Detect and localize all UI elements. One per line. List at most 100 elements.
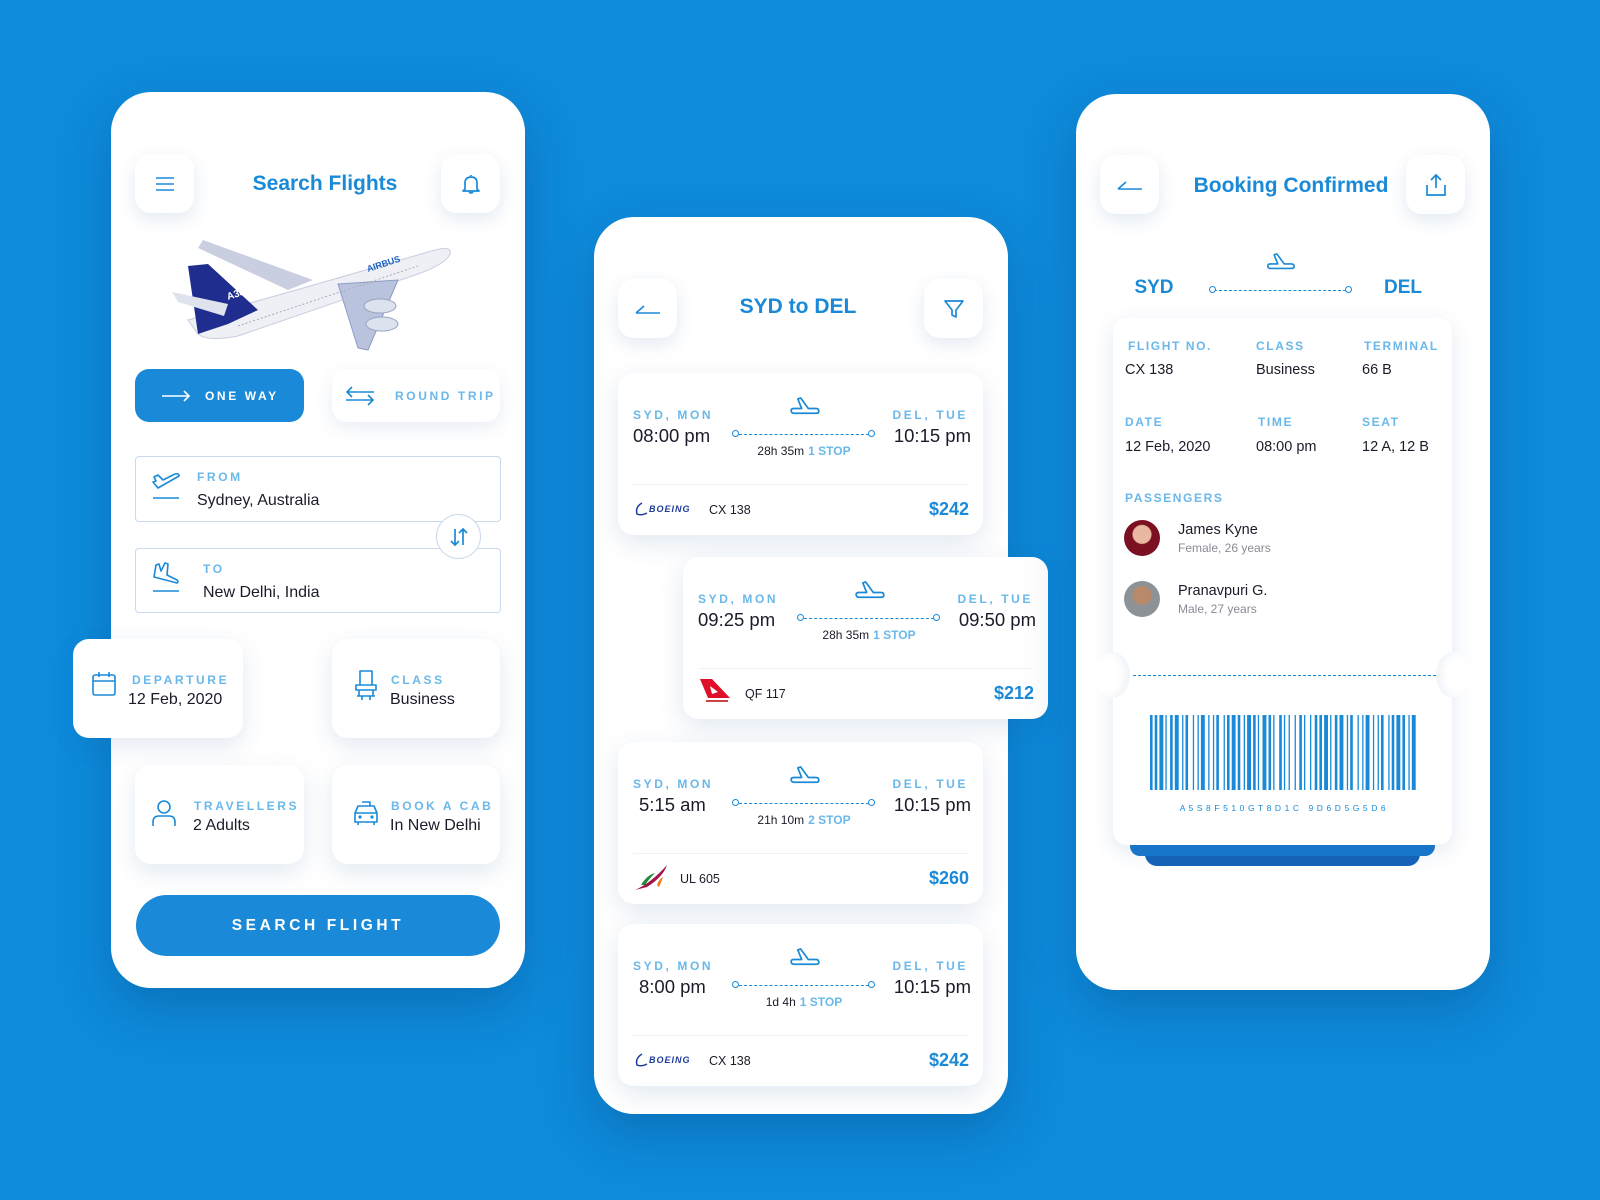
- route-line: [739, 985, 869, 986]
- duration: 1d 4h 1 STOP: [766, 995, 843, 1009]
- departure-label: DEPARTURE: [132, 673, 230, 687]
- barcode-bar: [1350, 715, 1353, 790]
- field-value: 66 B: [1362, 362, 1392, 378]
- barcode-bar: [1192, 715, 1195, 790]
- duration-text: 1d 4h: [765, 995, 796, 1009]
- route-line: [739, 434, 869, 435]
- flight-result-card[interactable]: SYD, MON 8:00 pm 1d 4h 1 STOP DEL, TUE 10…: [618, 924, 983, 1086]
- barcode-bar: [1319, 715, 1322, 790]
- barcode-bar: [1310, 715, 1312, 790]
- price: $212: [993, 683, 1034, 703]
- barcode-bar: [1212, 715, 1215, 790]
- route-start-dot: [732, 799, 739, 806]
- from-value: Sydney, Australia: [197, 492, 320, 509]
- svg-text:BOEING: BOEING: [649, 1055, 691, 1065]
- departure-time: 08:00 pm: [633, 425, 711, 446]
- airplane-image: A380 AIRBUS: [172, 240, 451, 351]
- passenger-detail: Male, 27 years: [1178, 602, 1257, 616]
- booking-title: Booking Confirmed: [1193, 174, 1389, 197]
- barcode-bar: [1150, 715, 1153, 790]
- divider: [633, 853, 968, 854]
- back-button[interactable]: [618, 279, 677, 338]
- destination-label: DEL, TUE: [892, 408, 968, 422]
- airline-logo: BOEING: [633, 1052, 703, 1073]
- back-arrow-icon: [634, 304, 660, 314]
- route-end-dot: [868, 799, 875, 806]
- flight-result-card[interactable]: SYD, MON 09:25 pm 28h 35m 1 STOP DEL, TUE…: [683, 557, 1048, 719]
- barcode-bar: [1324, 715, 1328, 790]
- class-selector[interactable]: CLASS Business: [332, 639, 500, 738]
- barcode-bar: [1283, 715, 1286, 790]
- boeing-logo: BOEING: [635, 1053, 691, 1067]
- flight-result-card[interactable]: SYD, MON 5:15 am 21h 10m 2 STOP DEL, TUE …: [618, 742, 983, 904]
- duration: 28h 35m 1 STOP: [822, 628, 915, 642]
- search-flight-label: SEARCH FLIGHT: [231, 916, 405, 934]
- flight-number: CX 138: [709, 503, 751, 517]
- travellers-label: TRAVELLERS: [194, 799, 300, 813]
- route-end-dot: [1345, 286, 1352, 293]
- boeing-logo: BOEING: [635, 502, 691, 516]
- airplane-icon: [789, 948, 820, 969]
- barcode-bar: [1159, 715, 1164, 790]
- route-line: [1214, 290, 1346, 291]
- price: $260: [928, 868, 969, 888]
- search-flight-button[interactable]: SEARCH FLIGHT: [136, 895, 500, 956]
- barcode-bar: [1216, 715, 1219, 790]
- ticket-notch-left: [1096, 652, 1130, 698]
- stops-text: 1 STOP: [799, 995, 843, 1009]
- route-line: [739, 803, 869, 804]
- swap-vertical-icon: [449, 527, 468, 546]
- route-end-dot: [868, 981, 875, 988]
- flight-number: UL 605: [680, 872, 720, 886]
- class-label: CLASS: [391, 673, 445, 687]
- divider: [633, 484, 968, 485]
- barcode-bar: [1170, 715, 1173, 790]
- round-trip-button[interactable]: ROUND TRIP: [332, 369, 500, 422]
- flight-result-card[interactable]: SYD, MON 08:00 pm 28h 35m 1 STOP DEL, TUE…: [618, 373, 983, 535]
- barcode-bar: [1200, 715, 1205, 790]
- to-field[interactable]: TO New Delhi, India: [135, 548, 501, 613]
- flight-number: CX 138: [709, 1054, 751, 1068]
- airplane-icon: [789, 397, 820, 418]
- duration-text: 28h 35m: [757, 444, 805, 458]
- from-field[interactable]: FROM Sydney, Australia: [135, 456, 501, 522]
- menu-button[interactable]: [135, 154, 194, 213]
- duration: 28h 35m 1 STOP: [757, 444, 850, 458]
- duration: 21h 10m 2 STOP: [757, 813, 850, 827]
- stops-text: 1 STOP: [873, 628, 916, 642]
- field-label: FLIGHT NO.: [1128, 339, 1212, 353]
- duration-text: 28h 35m: [822, 628, 870, 642]
- seat-icon: [355, 670, 377, 700]
- airline-logo: [698, 678, 732, 709]
- back-arrow-icon: [1116, 180, 1142, 190]
- avatar: [1124, 520, 1160, 556]
- taxi-icon: [354, 801, 378, 825]
- book-cab-button[interactable]: BOOK A CAB In New Delhi: [332, 765, 500, 864]
- barcode-bar: [1362, 715, 1364, 790]
- back-button[interactable]: [1100, 155, 1159, 214]
- barcode-text: A 5 S 8 F 5 1 0 G T 8 D 1 C 9 D 6 D 5 G …: [1179, 803, 1387, 813]
- destination-code: DEL: [1384, 277, 1422, 298]
- svg-text:BOEING: BOEING: [649, 504, 691, 514]
- departure-date-picker[interactable]: DEPARTURE 12 Feb, 2020: [73, 639, 243, 738]
- filter-button[interactable]: [924, 279, 983, 338]
- passenger-name: Pranavpuri G.: [1178, 583, 1268, 599]
- landing-icon: [153, 562, 179, 592]
- share-icon: [1425, 173, 1446, 196]
- barcode-bar: [1174, 715, 1179, 790]
- avatar: [1124, 581, 1160, 617]
- one-way-label: ONE WAY: [205, 388, 279, 403]
- one-way-button[interactable]: ONE WAY: [135, 369, 304, 422]
- price: $242: [928, 1050, 969, 1070]
- swap-locations-button[interactable]: [436, 514, 481, 559]
- page-title: Search Flights: [252, 172, 398, 195]
- share-button[interactable]: [1406, 155, 1465, 214]
- barcode-bar: [1330, 715, 1332, 790]
- notifications-button[interactable]: [441, 154, 500, 213]
- travellers-selector[interactable]: TRAVELLERS 2 Adults: [135, 765, 304, 864]
- field-label: TERMINAL: [1364, 339, 1439, 353]
- arrow-right-icon: [162, 389, 191, 402]
- duration-text: 21h 10m: [757, 813, 805, 827]
- origin-label: SYD, MON: [633, 777, 714, 791]
- barcode-bar: [1268, 715, 1272, 790]
